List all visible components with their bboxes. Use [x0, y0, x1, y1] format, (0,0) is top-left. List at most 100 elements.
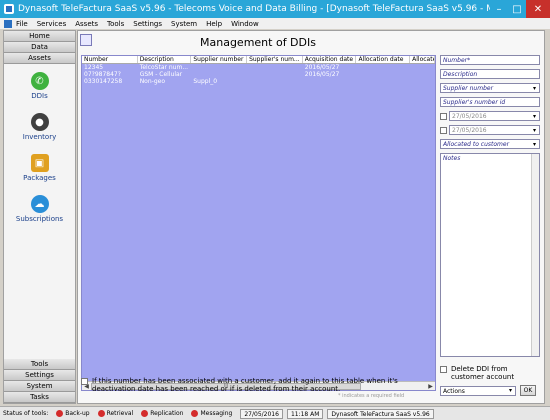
- table-cell: 2016/05/27: [304, 64, 340, 71]
- status-led-icon: [191, 410, 199, 417]
- actions-row: Actions ▾ OK: [440, 385, 540, 396]
- table-cell: [191, 71, 247, 78]
- table-cell: [356, 64, 410, 71]
- nav-settings[interactable]: Settings: [4, 370, 75, 381]
- table-cell: [191, 64, 247, 71]
- asset-packages[interactable]: ▣ Packages: [4, 154, 75, 182]
- status-app-name: Dynasoft TeleFactura SaaS v5.96: [327, 408, 434, 419]
- menu-services[interactable]: Services: [37, 20, 67, 28]
- deactivation-text: If this number has been associated with …: [92, 377, 398, 393]
- delete-ddi-checkbox[interactable]: [440, 366, 447, 373]
- main-content: Management of DDIs Number Description Su…: [77, 30, 545, 404]
- allocation-date-picker[interactable]: 27/05/2016 ▾: [449, 125, 540, 135]
- left-navigation: Home Data Assets ✆ DDIs ● Inventory ▣ Pa…: [3, 30, 76, 404]
- table-row[interactable]: 0330147258 Non-geo Suppl_0: [82, 78, 435, 85]
- chevron-down-icon[interactable]: ▾: [530, 112, 539, 120]
- allocation-date-value: 27/05/2016: [452, 127, 487, 134]
- asset-subscriptions[interactable]: ☁ Subscriptions: [4, 195, 75, 223]
- menu-help[interactable]: Help: [206, 20, 222, 28]
- suppliers-number-id-field[interactable]: Supplier's number id: [440, 97, 540, 107]
- inventory-icon: ●: [30, 113, 49, 131]
- minimize-button[interactable]: –: [490, 0, 508, 18]
- status-messaging-label: Messaging: [200, 410, 233, 417]
- chevron-down-icon[interactable]: ▾: [530, 140, 539, 148]
- nav-data[interactable]: Data: [4, 42, 75, 53]
- asset-subscriptions-label: Subscriptions: [15, 215, 64, 223]
- table-cell: 07?987847?: [84, 71, 121, 78]
- menu-system[interactable]: System: [171, 20, 197, 28]
- chevron-down-icon[interactable]: ▾: [530, 84, 539, 92]
- status-led-icon: [97, 410, 105, 417]
- column-header[interactable]: Acquisition date: [303, 56, 357, 63]
- delete-ddi-label: Delete DDI from customer account: [451, 365, 515, 381]
- table-cell: [356, 71, 410, 78]
- column-header[interactable]: Allocate: [410, 56, 435, 63]
- page-title: Management of DDIs: [200, 36, 316, 49]
- packages-icon: ▣: [30, 154, 49, 172]
- menu-assets[interactable]: Assets: [75, 20, 98, 28]
- maximize-button[interactable]: □: [508, 0, 526, 18]
- column-header[interactable]: Description: [138, 56, 192, 63]
- acquisition-date-checkbox[interactable]: [440, 112, 447, 120]
- table-row[interactable]: 12345 TelcoStar num... 2016/05/27: [82, 64, 435, 71]
- menu-window[interactable]: Window: [231, 20, 259, 28]
- notes-scrollbar[interactable]: [531, 154, 539, 356]
- column-header[interactable]: Number: [82, 56, 138, 63]
- menu-file[interactable]: File: [16, 20, 28, 28]
- notes-placeholder: Notes: [443, 155, 461, 162]
- deactivation-checkbox[interactable]: [81, 378, 88, 385]
- menu-bar: File Services Assets Tools Settings Syst…: [0, 18, 550, 29]
- allocation-date-row: 27/05/2016 ▾: [440, 125, 540, 135]
- asset-ddis-label: DDIs: [31, 92, 48, 100]
- nav-home[interactable]: Home: [4, 31, 75, 42]
- status-bar: Status of tools: Back-up Retrieval Repli…: [0, 406, 550, 420]
- chevron-down-icon[interactable]: ▾: [506, 387, 515, 395]
- table-cell: [410, 71, 435, 78]
- app-icon: [4, 4, 14, 14]
- nav-tools[interactable]: Tools: [4, 359, 75, 370]
- status-date: 27/05/2016: [240, 408, 283, 419]
- description-field[interactable]: Description: [440, 69, 540, 79]
- document-icon: [4, 19, 12, 28]
- status-led-icon: [56, 410, 64, 417]
- status-time: 11:18 AM: [286, 408, 324, 419]
- chevron-down-icon[interactable]: ▾: [530, 126, 539, 134]
- column-header[interactable]: Supplier number: [191, 56, 248, 63]
- nav-system[interactable]: System: [4, 381, 75, 392]
- nav-tasks[interactable]: Tasks: [4, 392, 75, 403]
- table-cell: [303, 78, 357, 85]
- ok-button[interactable]: OK: [520, 385, 536, 396]
- notes-textarea[interactable]: Notes: [440, 153, 540, 357]
- delete-ddi-option: Delete DDI from customer account: [440, 365, 540, 381]
- column-header[interactable]: Supplier's num...: [247, 56, 303, 63]
- table-cell: [247, 78, 303, 85]
- acquisition-date-picker[interactable]: 27/05/2016 ▾: [449, 111, 540, 121]
- table-cell: 0330147258: [84, 78, 123, 85]
- asset-packages-label: Packages: [23, 174, 56, 182]
- column-header[interactable]: Allocation date: [356, 56, 411, 63]
- asset-inventory[interactable]: ● Inventory: [4, 113, 75, 141]
- asset-ddis[interactable]: ✆ DDIs: [4, 72, 75, 100]
- required-field-note: * indicates a required field: [338, 393, 405, 399]
- supplier-number-label: Supplier number: [443, 85, 494, 92]
- table-cell: [247, 71, 303, 78]
- allocated-customer-select[interactable]: Allocated to customer ▾: [440, 139, 540, 149]
- number-field[interactable]: Number*: [440, 55, 540, 65]
- nav-assets[interactable]: Assets: [4, 53, 75, 64]
- actions-select[interactable]: Actions ▾: [440, 385, 516, 396]
- status-backup-label: Back-up: [65, 410, 90, 417]
- status-messaging: Messaging: [191, 410, 232, 417]
- acquisition-date-value: 27/05/2016: [452, 113, 487, 120]
- status-retrieval: Retrieval: [97, 410, 133, 417]
- phone-icon: ✆: [30, 72, 49, 90]
- acquisition-date-row: 27/05/2016 ▾: [440, 111, 540, 121]
- status-of-tools-label: Status of tools:: [3, 410, 49, 417]
- allocation-date-checkbox[interactable]: [440, 126, 447, 134]
- menu-tools[interactable]: Tools: [107, 20, 124, 28]
- close-button[interactable]: ✕: [526, 0, 550, 18]
- supplier-number-select[interactable]: Supplier number ▾: [440, 83, 540, 93]
- ddi-form: Number* Description Supplier number ▾ Su…: [440, 55, 540, 396]
- table-row[interactable]: 07?987847? GSM - Cellular 2016/05/27: [82, 71, 435, 78]
- table-cell: 12345: [84, 64, 104, 71]
- menu-settings[interactable]: Settings: [133, 20, 162, 28]
